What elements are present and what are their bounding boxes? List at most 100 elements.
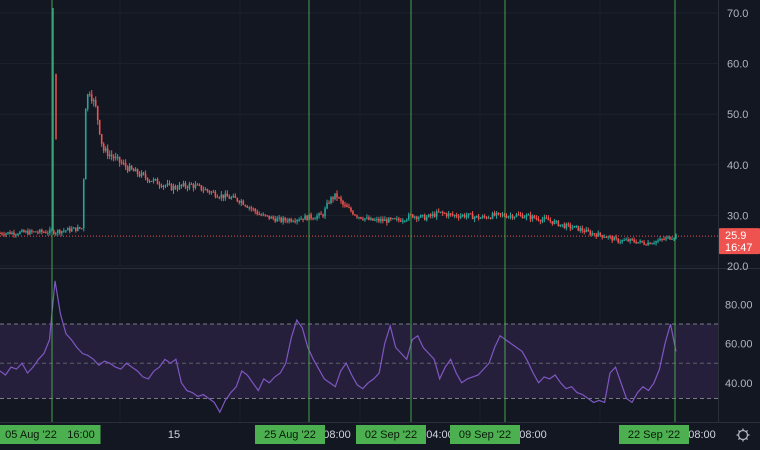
oscillator-band [0,324,718,399]
candle-body [599,232,602,236]
candle-body [150,180,153,182]
candle-body [457,216,460,218]
candle-body [583,230,586,233]
candle-body [254,208,257,212]
candle-body [290,219,292,222]
chart-canvas[interactable]: 70.060.050.040.030.020.080.0060.0040.00 … [0,0,760,450]
candle-body [130,165,133,170]
candle-body [59,230,61,234]
candle-body [63,230,65,232]
candle-body [465,215,468,218]
candle-body [571,227,574,229]
candle-body [142,172,145,175]
candle-body [180,184,183,186]
candle-body [421,214,424,216]
candle-body [461,214,464,216]
candle-body [43,231,45,233]
candle-body [587,229,590,232]
time-axis-border [0,422,760,423]
candle-body [541,219,544,222]
candle-body [45,232,47,234]
candle-body [144,174,147,178]
candle-body [224,193,227,199]
date-badge-label: 22 Sep '22 [628,429,680,441]
candle-body [477,215,480,219]
candle-body [471,213,474,220]
candle-body [354,214,356,216]
candle-body [340,197,342,201]
candle-body [384,219,386,222]
candle-body [240,200,243,203]
candle-body [374,219,376,221]
candle-body [619,241,621,243]
candle-body [358,217,360,219]
candle-body [627,239,629,242]
candle-body [429,214,432,216]
candle-body [637,242,639,244]
chart-root[interactable]: 70.0 60.0 50.0 40.0 30.0 20.0 80.00 60.00 40.00 … [0,0,760,450]
candle-body [577,225,580,231]
candle-body [174,185,177,189]
candle-body [356,215,358,218]
candle-body [19,231,21,235]
candle-body [411,214,414,218]
candle-body [15,234,17,236]
candle-body [148,180,151,182]
candle-body [29,230,31,235]
candle-body [651,243,653,245]
candle-body [380,219,382,222]
candle-body [53,230,55,234]
candle-body [663,239,665,241]
candle-body [222,194,225,199]
candle-body [172,185,175,191]
candle-body [505,216,508,218]
candle-body [499,213,502,215]
candle-body [164,185,167,187]
price-tick-label: 30.0 [727,210,748,222]
candle-body [220,194,223,198]
candle-body [589,231,592,235]
candle-body [112,156,115,159]
time-tick-label: 15 [168,429,180,441]
candle-body [575,225,578,227]
candle-body [292,221,294,223]
date-badge-label: 09 Sep '22 [459,429,511,441]
candle-body [234,195,237,198]
candle-body [318,213,320,216]
time-axis[interactable]: 15 08:00 04:00 08:00 08:00 05 Aug '22 16:00 25 … [0,423,760,450]
candle-body [160,185,163,187]
candle-body [509,215,512,217]
candle-body [326,202,328,209]
candle-body [3,234,5,236]
candle-body [110,154,113,157]
candle-body [400,220,402,222]
candle-body [218,197,221,199]
candle-body [360,217,362,219]
candle-body [535,217,538,219]
candle-body [639,240,641,243]
candle-body [70,228,73,232]
candle-body [49,229,51,233]
candle-body [396,218,398,220]
candle-body [242,200,245,205]
candle-body [238,201,241,203]
candle-body [35,231,37,233]
candle-body [402,220,404,222]
candle-body [55,232,57,234]
candle-body [13,232,15,235]
gear-icon[interactable] [719,423,760,450]
candle-body [37,232,39,234]
gear-icon-bg [719,423,760,450]
candle-body [94,99,97,107]
candle-body [348,207,350,209]
candle-body [198,184,201,186]
candle-body [489,217,492,219]
candle-body [641,240,643,243]
candle-body [61,230,63,234]
candle-body [138,174,141,177]
candle-body [208,190,211,193]
candle-body [66,227,69,231]
candle-body [232,195,235,198]
candle-body [342,200,344,205]
candle-body [294,221,296,223]
